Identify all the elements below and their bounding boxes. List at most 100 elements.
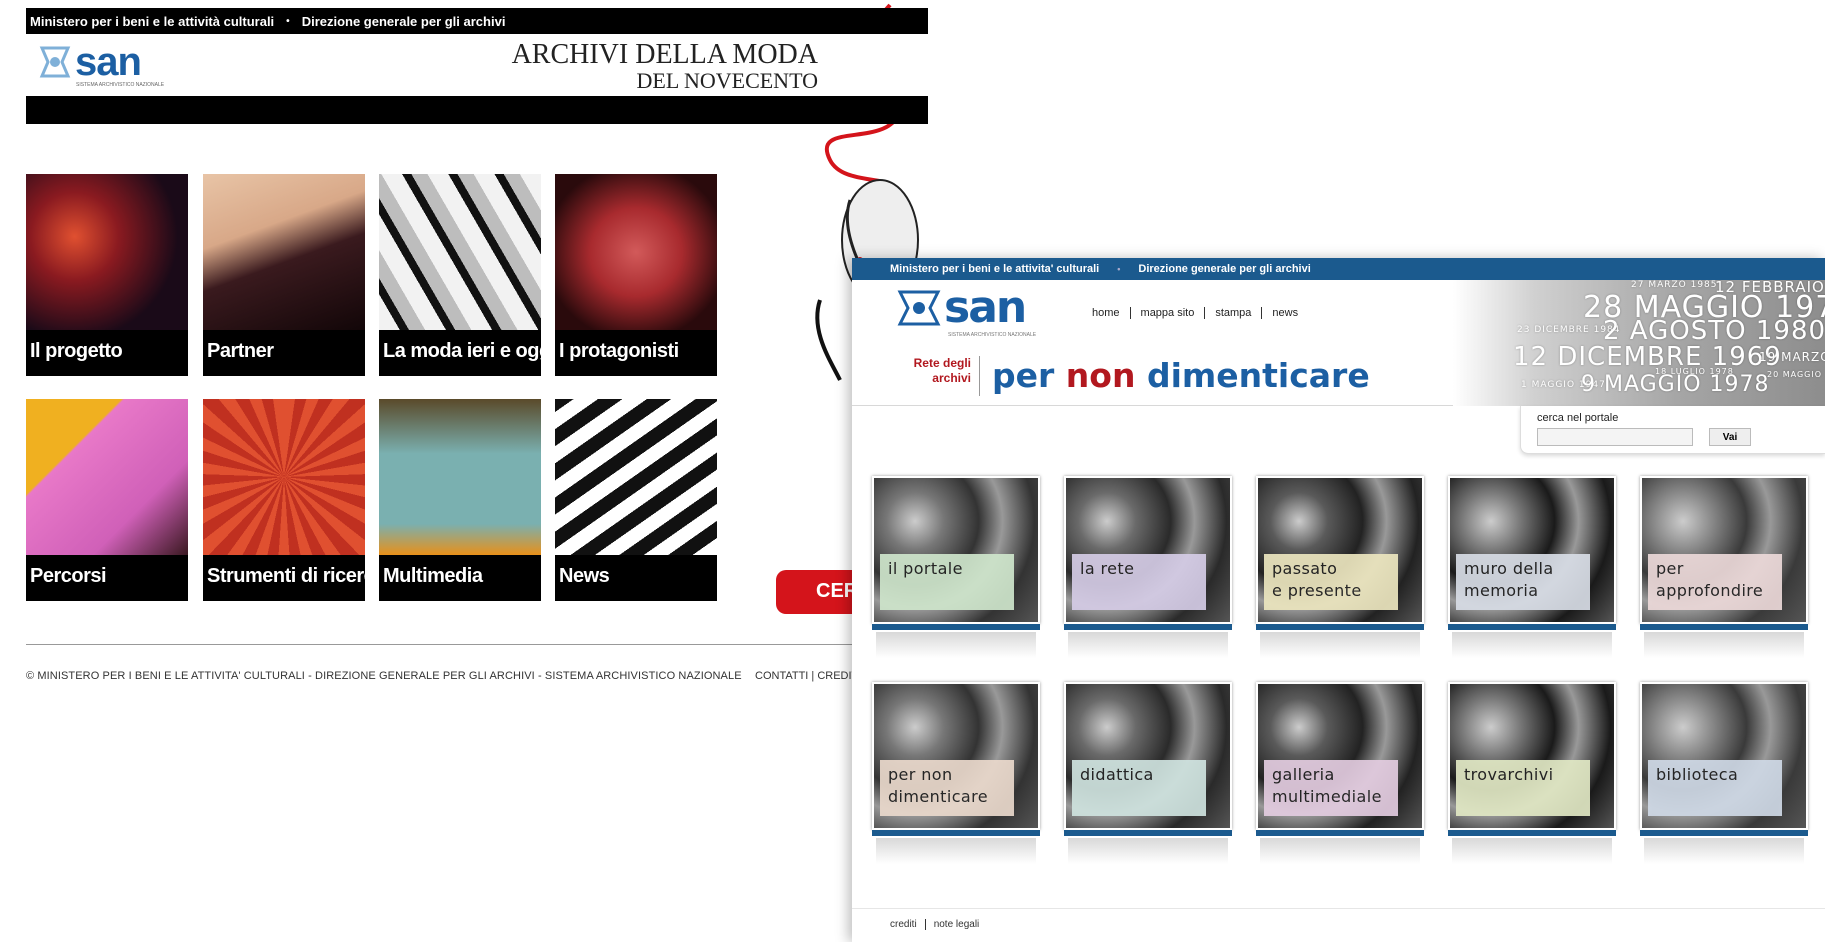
section-card-label: il portale [880, 554, 1014, 610]
section-card[interactable]: didattica [1064, 682, 1232, 864]
nav-home[interactable]: home [1082, 307, 1130, 319]
section-card-label: trovarchivi [1456, 760, 1590, 816]
section-card-label: per non dimenticare [880, 760, 1014, 816]
card-blue-strip [1640, 830, 1808, 836]
section-card[interactable]: biblioteca [1640, 682, 1808, 864]
tile-image [555, 399, 717, 555]
tile-strumenti-di-ricerca[interactable]: Strumenti di ricerca [203, 399, 385, 601]
san-logo[interactable]: san SISTEMA ARCHIVISTICO NAZIONALE [38, 40, 164, 88]
logo-tagline: SISTEMA ARCHIVISTICO NAZIONALE [948, 332, 1037, 338]
tile-multimedia[interactable]: Multimedia [379, 399, 541, 601]
tile-image [203, 174, 365, 330]
separator-dot: • [286, 15, 290, 27]
card-blue-strip [1448, 830, 1616, 836]
card-blue-strip [1064, 624, 1232, 630]
direction-link[interactable]: Direzione generale per gli archivi [1138, 263, 1310, 275]
footer-divider [26, 644, 856, 645]
title-non: non [1065, 356, 1136, 395]
card-reflection [1068, 838, 1228, 864]
section-card[interactable]: per non dimenticare [872, 682, 1040, 864]
label-line-1: per non [888, 765, 953, 784]
tile-i-protagonisti[interactable]: I protagonisti [555, 174, 717, 376]
section-card-label: la rete [1072, 554, 1206, 610]
tile-image [379, 174, 541, 330]
logo-wordmark: san [75, 40, 142, 84]
rete-line-1: Rete degli [913, 356, 971, 370]
tile-la-moda-ieri-e-oggi[interactable]: La moda ieri e oggi [379, 174, 556, 376]
label-line-1: per [1656, 559, 1684, 578]
tile-percorsi[interactable]: Percorsi [26, 399, 188, 601]
section-card[interactable]: muro della memoria [1448, 476, 1616, 658]
crowd-photo: passato e presente [1256, 476, 1424, 624]
date-text: 20 MAGGIO 1999 [1767, 370, 1825, 379]
tile-image [555, 174, 717, 330]
section-card[interactable]: la rete [1064, 476, 1232, 658]
nav-mappa-sito[interactable]: mappa sito [1129, 307, 1205, 319]
section-card-label: galleria multimediale [1264, 760, 1398, 816]
top-navigation: home mappa sito stampa news [1082, 307, 1308, 319]
crowd-photo: trovarchivi [1448, 682, 1616, 830]
logo-wordmark: san [944, 282, 1027, 333]
date-text: 27 MARZO 1985 [1631, 280, 1718, 290]
date-text: 12 DICEMBRE 1969 [1513, 342, 1782, 372]
nav-news[interactable]: news [1261, 307, 1308, 319]
card-reflection [1452, 838, 1612, 864]
tile-label: La moda ieri e oggi [383, 340, 556, 362]
label-line-1: la rete [1080, 559, 1135, 578]
tile-label: Partner [207, 340, 274, 362]
card-reflection [1644, 838, 1804, 864]
direction-link[interactable]: Direzione generale per gli archivi [302, 14, 506, 29]
card-reflection [1260, 838, 1420, 864]
tile-label: News [559, 565, 610, 587]
label-line-1: trovarchivi [1464, 765, 1554, 784]
date-text: 19 MARZO 20 [1759, 350, 1825, 364]
crowd-photo: il portale [872, 476, 1040, 624]
footer-copyright: © MINISTERO PER I BENI E LE ATTIVITA' CU… [26, 670, 742, 682]
crowd-photo: didattica [1064, 682, 1232, 830]
section-card[interactable]: per approfondire [1640, 476, 1808, 658]
tile-image [203, 399, 365, 555]
section-card-label: biblioteca [1648, 760, 1782, 816]
label-line-2: approfondire [1656, 581, 1764, 600]
title-line-1: ARCHIVI DELLA MODA [511, 39, 818, 70]
section-card[interactable]: trovarchivi [1448, 682, 1616, 864]
card-reflection [1644, 632, 1804, 658]
tile-image [26, 399, 188, 555]
moda-header: san SISTEMA ARCHIVISTICO NAZIONALE ARCHI… [26, 34, 928, 96]
label-line-2: e presente [1272, 581, 1362, 600]
search-label: cerca nel portale [1537, 412, 1619, 424]
site-title: per non dimenticare [992, 356, 1370, 395]
crowd-photo: per non dimenticare [872, 682, 1040, 830]
section-card[interactable]: galleria multimediale [1256, 682, 1424, 864]
search-input[interactable] [1537, 428, 1693, 446]
section-card[interactable]: passato e presente [1256, 476, 1424, 658]
tile-label: Strumenti di ricerca [207, 565, 385, 587]
tile-partner[interactable]: Partner [203, 174, 365, 376]
tile-news[interactable]: News [555, 399, 717, 601]
footer-links[interactable]: CONTATTI | CREDITI [755, 670, 861, 682]
section-card[interactable]: il portale [872, 476, 1040, 658]
tile-label: Il progetto [30, 340, 123, 362]
search-go-button[interactable]: Vai [1709, 428, 1751, 446]
ministry-link[interactable]: Ministero per i beni e le attività cultu… [30, 14, 274, 29]
ministry-link[interactable]: Ministero per i beni e le attivita' cult… [890, 263, 1099, 275]
footer-crediti[interactable]: crediti [882, 919, 925, 930]
header-black-band [26, 96, 928, 124]
title-per: per [992, 356, 1066, 395]
section-card-label: didattica [1072, 760, 1206, 816]
moda-site-window: Ministero per i beni e le attività cultu… [0, 0, 960, 942]
dates-banner: 27 MARZO 1985 12 FEBBRAIO 1980 28 MAGGIO… [1453, 280, 1825, 406]
page-footer: crediti note legali [852, 908, 1825, 942]
tile-il-progetto[interactable]: Il progetto [26, 174, 188, 376]
card-blue-strip [1448, 624, 1616, 630]
label-line-2: multimediale [1272, 787, 1382, 806]
card-reflection [1068, 632, 1228, 658]
footer-note-legali[interactable]: note legali [924, 919, 988, 930]
tile-label: I protagonisti [559, 340, 679, 362]
tile-image [26, 174, 188, 330]
separator-dot: • [1117, 264, 1121, 274]
nav-stampa[interactable]: stampa [1204, 307, 1261, 319]
label-line-2: dimenticare [888, 787, 988, 806]
title-line-2: DEL NOVECENTO [636, 68, 818, 93]
cerca-button[interactable]: CER [776, 570, 858, 614]
